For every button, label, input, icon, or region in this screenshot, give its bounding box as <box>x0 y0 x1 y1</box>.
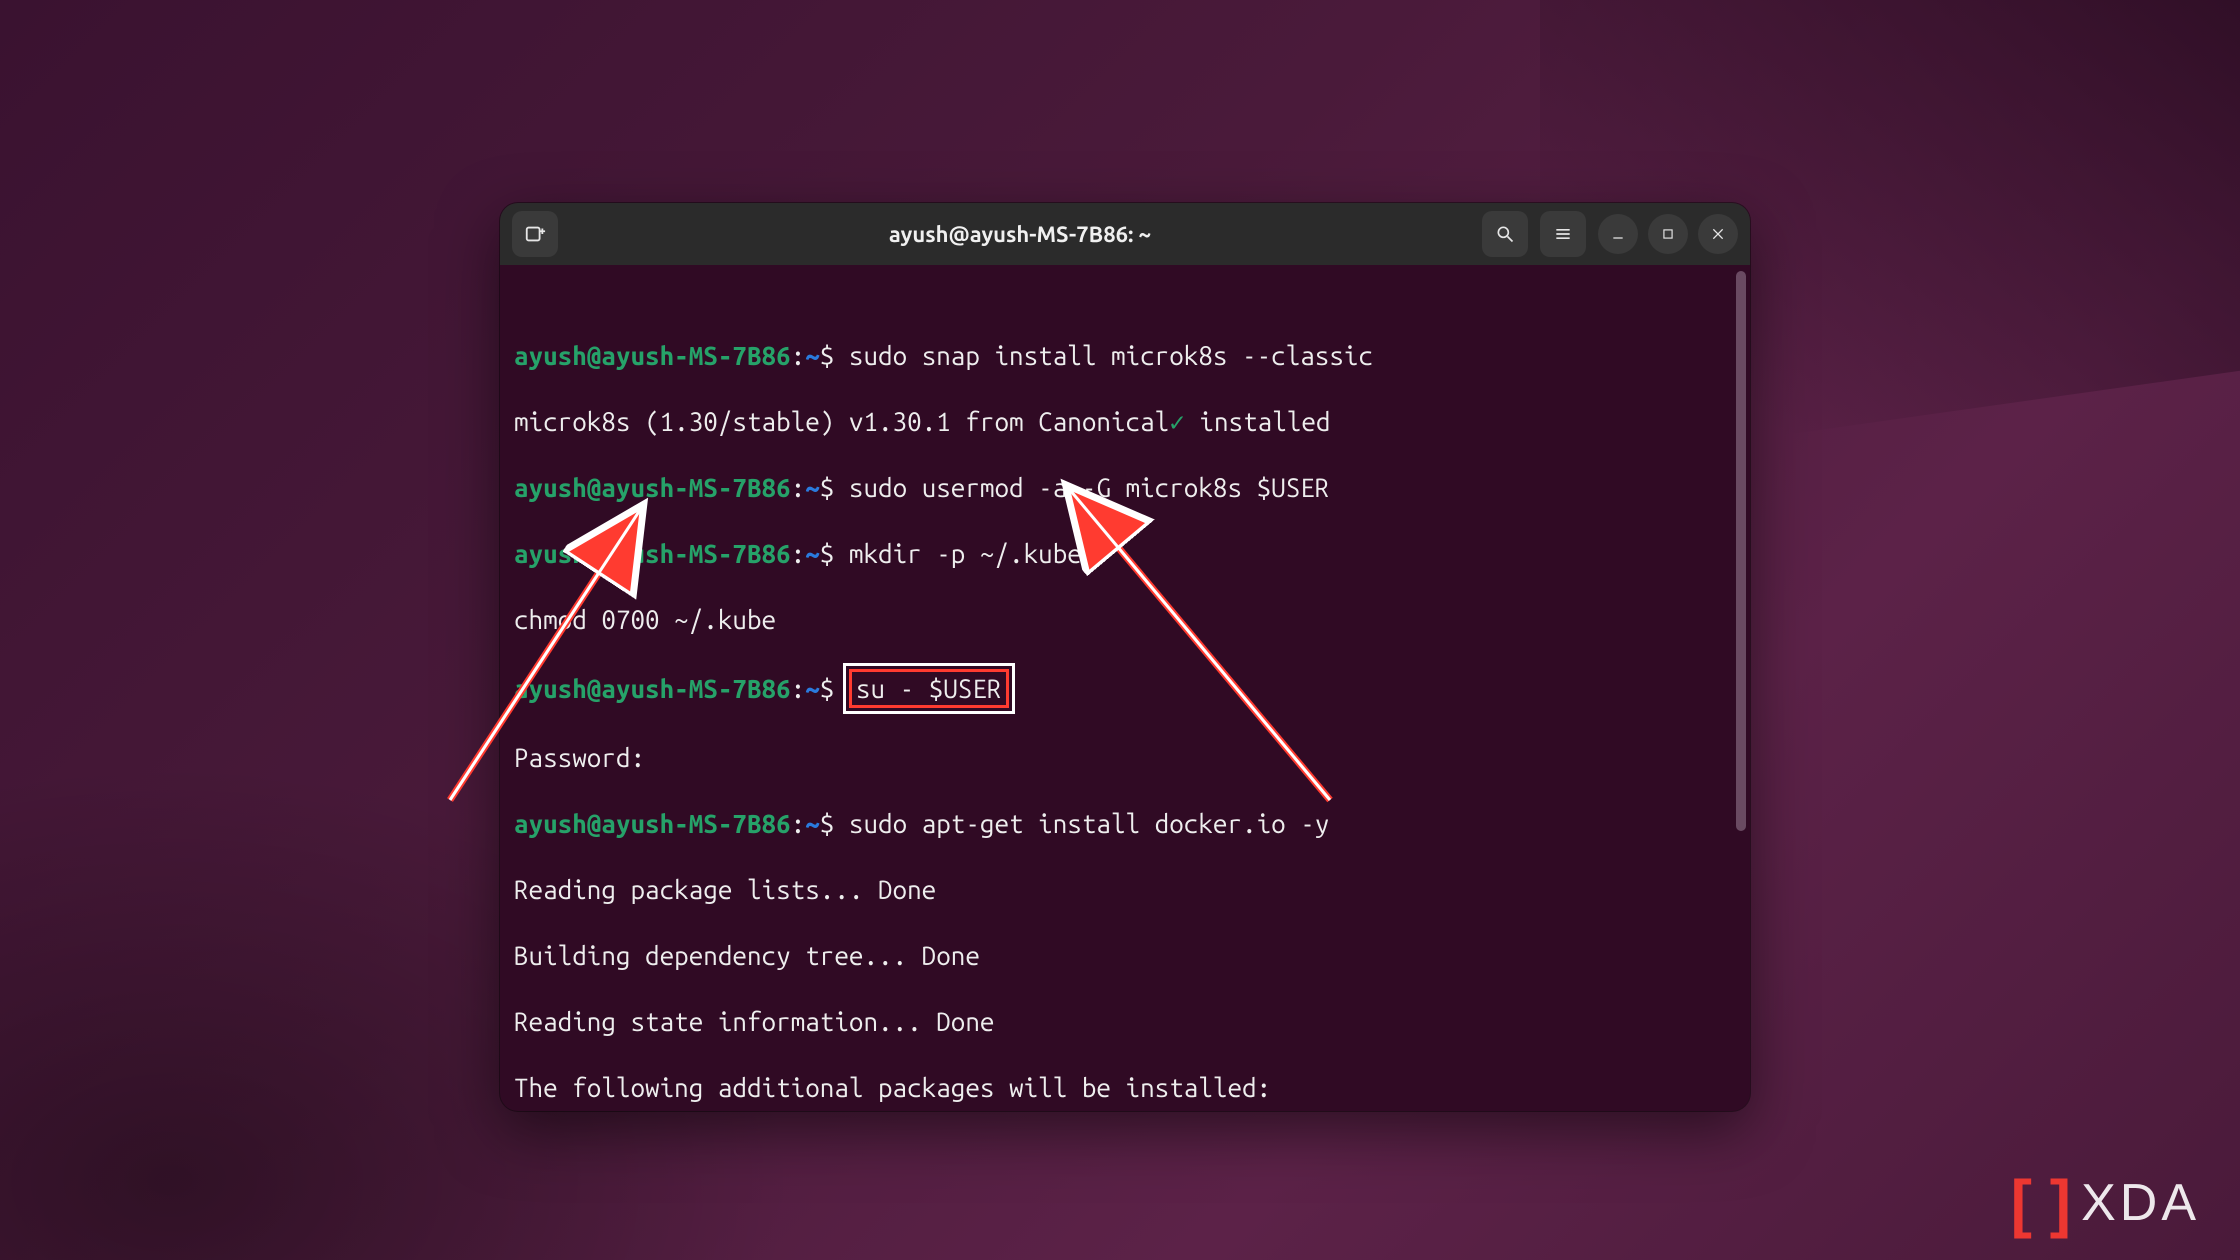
search-icon <box>1495 224 1515 244</box>
close-button[interactable] <box>1698 214 1738 254</box>
terminal-output[interactable]: ayush@ayush-MS-7B86:~$ sudo snap install… <box>500 265 1750 1111</box>
hamburger-icon <box>1553 224 1573 244</box>
close-icon <box>1710 226 1726 242</box>
bracket-icon: [ ] <box>2011 1166 2071 1240</box>
output: Building dependency tree... Done <box>514 939 1736 972</box>
command-2: sudo usermod -a -G microk8s $USER <box>849 473 1329 502</box>
prompt-user: ayush@ayush-MS-7B86 <box>514 341 791 370</box>
command-1: sudo snap install microk8s --classic <box>849 341 1373 370</box>
xda-watermark: [ ] XDA <box>2011 1166 2200 1240</box>
output: chmod 0700 ~/.kube <box>514 603 1736 636</box>
prompt-path: ~ <box>805 341 820 370</box>
minimize-button[interactable] <box>1598 214 1638 254</box>
output: microk8s (1.30/stable) v1.30.1 from Cano… <box>514 407 1169 436</box>
highlighted-command: su - $USER <box>849 669 1009 708</box>
new-tab-button[interactable] <box>512 211 558 257</box>
maximize-button[interactable] <box>1648 214 1688 254</box>
terminal-window: ayush@ayush-MS-7B86: ~ ayush@ay <box>500 203 1750 1111</box>
output: Password: <box>514 741 1736 774</box>
scrollbar[interactable] <box>1736 271 1746 831</box>
output: Reading package lists... Done <box>514 873 1736 906</box>
search-button[interactable] <box>1482 211 1528 257</box>
command-5: sudo apt-get install docker.io -y <box>849 809 1329 838</box>
titlebar: ayush@ayush-MS-7B86: ~ <box>500 203 1750 265</box>
output: Reading state information... Done <box>514 1005 1736 1038</box>
menu-button[interactable] <box>1540 211 1586 257</box>
output: The following additional packages will b… <box>514 1071 1736 1104</box>
window-title: ayush@ayush-MS-7B86: ~ <box>566 222 1474 247</box>
command-3: mkdir -p ~/.kube <box>849 539 1082 568</box>
minimize-icon <box>1610 226 1626 242</box>
check-icon: ✓ <box>1169 407 1185 436</box>
maximize-icon <box>1661 227 1675 241</box>
